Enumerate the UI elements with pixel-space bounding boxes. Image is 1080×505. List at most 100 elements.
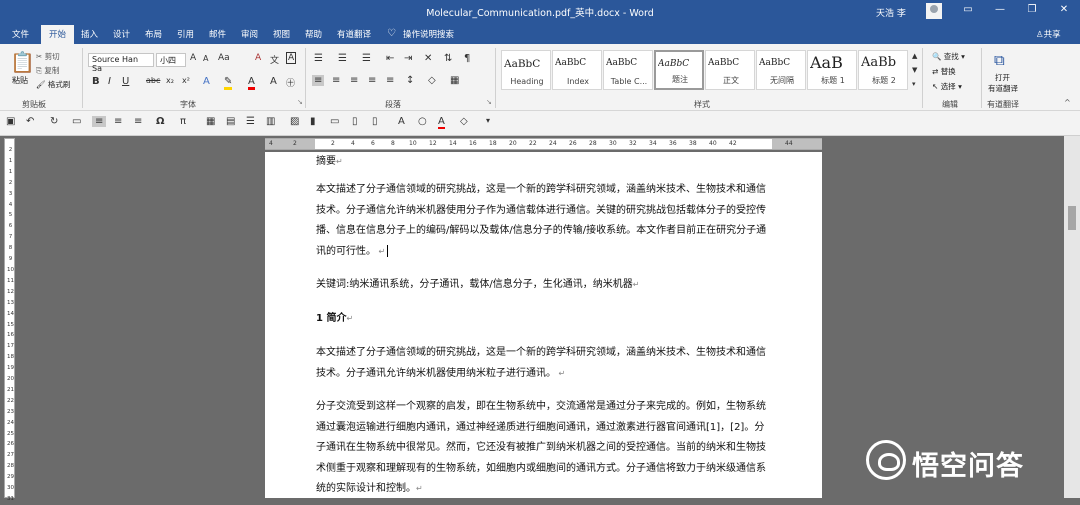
minimize-icon[interactable]: —: [990, 4, 1010, 15]
picture-icon[interactable]: ▨: [290, 116, 299, 127]
tell-me-search[interactable]: 操作说明搜索: [403, 28, 454, 40]
change-case-icon[interactable]: Aa: [218, 53, 230, 63]
increase-indent-icon[interactable]: ⇥: [404, 53, 412, 64]
collapse-ribbon-icon[interactable]: ^: [1064, 98, 1071, 107]
styles-more-icon[interactable]: ▾: [912, 80, 916, 88]
highlight-icon[interactable]: ✎: [224, 76, 233, 90]
customize-qat-icon[interactable]: ▾: [486, 116, 490, 125]
tab-home[interactable]: 开始: [41, 25, 75, 44]
close-icon[interactable]: ✕: [1054, 4, 1074, 15]
page-setup-icon[interactable]: ▯: [372, 116, 378, 127]
align-right-icon[interactable]: ≡: [134, 116, 142, 127]
style-index[interactable]: AaBbC Index: [552, 50, 602, 90]
style-normal[interactable]: AaBbC 正文: [705, 50, 755, 90]
distributed-icon[interactable]: ≡: [386, 75, 394, 86]
font-size-select[interactable]: 小四: [156, 53, 186, 67]
format-painter-button[interactable]: 🖌 格式刷: [36, 79, 70, 90]
chart-icon[interactable]: ▮: [310, 116, 316, 127]
underline-icon[interactable]: U: [122, 76, 129, 87]
font-name-select[interactable]: Source Han Sa: [88, 53, 154, 73]
font-color-icon[interactable]: A: [438, 116, 445, 129]
italic-icon[interactable]: I: [108, 76, 111, 87]
shading-icon[interactable]: ◇: [428, 75, 436, 86]
grow-font-icon[interactable]: A: [190, 53, 196, 63]
superscript-icon[interactable]: x²: [182, 76, 190, 85]
style-no-spacing[interactable]: AaBbC 无间隔: [756, 50, 806, 90]
borders-icon[interactable]: ▦: [450, 75, 459, 86]
equation-icon[interactable]: π: [180, 116, 186, 127]
tab-references[interactable]: 引用: [177, 28, 194, 40]
vertical-scrollbar[interactable]: [1064, 136, 1080, 498]
numbering-icon[interactable]: ☰: [338, 53, 347, 64]
redo-icon[interactable]: ↻: [50, 116, 58, 127]
find-button[interactable]: 🔍 查找 ▾: [932, 51, 965, 62]
dialog-launcher-icon[interactable]: ↘: [297, 98, 303, 106]
tab-youdao[interactable]: 有道翻译: [337, 28, 371, 40]
line-spacing-icon[interactable]: ↕: [406, 75, 414, 86]
cut-button[interactable]: ✂ 剪切: [36, 51, 60, 62]
tab-file[interactable]: 文件: [12, 28, 29, 40]
open-folder-icon[interactable]: ▭: [72, 116, 81, 127]
multilevel-list-icon[interactable]: ☰: [362, 53, 371, 64]
character-border-icon[interactable]: A: [286, 52, 297, 64]
text-effects-icon[interactable]: A: [203, 76, 210, 87]
align-center-icon[interactable]: ≡: [332, 75, 340, 86]
tab-mailings[interactable]: 邮件: [209, 28, 226, 40]
text-icon[interactable]: A: [398, 116, 405, 127]
align-center-icon[interactable]: ≡: [114, 116, 122, 127]
character-shading-icon[interactable]: A: [270, 76, 277, 87]
copy-button[interactable]: ⎘ 复制: [36, 65, 59, 76]
columns-icon[interactable]: ▥: [266, 116, 275, 127]
show-marks-icon[interactable]: ¶: [464, 53, 470, 64]
page-icon[interactable]: ▯: [352, 116, 358, 127]
tab-layout[interactable]: 布局: [145, 28, 162, 40]
youdao-open-line1[interactable]: 打开: [995, 72, 1010, 83]
style-heading-1[interactable]: AaB 标题 1: [807, 50, 857, 90]
list-icon[interactable]: ☰: [246, 116, 255, 127]
enclose-characters-icon[interactable]: ㊉: [286, 76, 295, 89]
save-icon[interactable]: ▣: [6, 116, 15, 127]
styles-scroll-down-icon[interactable]: ▼: [912, 66, 917, 74]
scrollbar-thumb[interactable]: [1068, 206, 1076, 230]
style-heading-2[interactable]: AaBb 标题 2: [858, 50, 908, 90]
sort-icon[interactable]: ⇅: [444, 53, 452, 64]
paste-button[interactable]: 粘贴: [12, 75, 28, 86]
tab-view[interactable]: 视图: [273, 28, 290, 40]
tab-insert[interactable]: 插入: [81, 28, 98, 40]
strikethrough-icon[interactable]: abc: [146, 76, 160, 85]
document-page[interactable]: 摘要↵ 本文描述了分子通信领域的研究挑战，这是一个新的跨学科研究领域，涵盖纳米技…: [265, 152, 822, 498]
intro-paragraph-2[interactable]: 分子交流受到这样一个观察的启发，即在生物系统中，交流通常是通过分子来完成的。例如…: [316, 397, 770, 500]
styles-scroll-up-icon[interactable]: ▲: [912, 52, 917, 60]
bold-icon[interactable]: B: [92, 76, 100, 87]
intro-paragraph-1[interactable]: 本文描述了分子通信领域的研究挑战，这是一个新的跨学科研究领域，涵盖纳米技术、生物…: [316, 343, 770, 384]
paste-icon[interactable]: 📋: [10, 50, 35, 74]
style-table-caption[interactable]: AaBbC Table C...: [603, 50, 653, 90]
horizontal-ruler[interactable]: 4 2 2 4 6 8 10 12 14 16 18 20 22 24 26 2…: [265, 138, 822, 150]
shape-fill-icon[interactable]: ◇: [460, 116, 468, 127]
align-left-icon[interactable]: ≡: [312, 75, 325, 86]
vertical-ruler[interactable]: 2 1 1 2 3 4 5 6 7 8 9 10 11 12 13 14 15 …: [4, 138, 15, 502]
abstract-paragraph[interactable]: 本文描述了分子通信领域的研究挑战，这是一个新的跨学科研究领域，涵盖纳米技术、生物…: [316, 180, 770, 262]
decrease-indent-icon[interactable]: ⇤: [386, 53, 394, 64]
justify-icon[interactable]: ≡: [368, 75, 376, 86]
keywords-paragraph[interactable]: 关键词:纳米通讯系统，分子通讯，载体/信息分子，生化通讯，纳米机器↵: [316, 275, 770, 296]
symbol-icon[interactable]: Ω: [156, 116, 165, 127]
section-heading[interactable]: 1 简介↵: [316, 309, 770, 330]
clear-formatting-icon[interactable]: A: [255, 53, 261, 63]
youdao-open-line2[interactable]: 有道翻译: [988, 83, 1018, 94]
phonetic-icon[interactable]: 文: [270, 53, 279, 66]
align-right-icon[interactable]: ≡: [350, 75, 358, 86]
subscript-icon[interactable]: x₂: [166, 76, 174, 85]
align-left-icon[interactable]: ≡: [92, 116, 107, 127]
undo-icon[interactable]: ↶: [26, 116, 34, 127]
avatar[interactable]: [926, 3, 942, 19]
bullets-icon[interactable]: ☰: [314, 53, 323, 64]
shrink-font-icon[interactable]: A: [203, 54, 208, 63]
chinese-layout-icon[interactable]: ✕: [424, 53, 432, 64]
tab-review[interactable]: 审阅: [241, 28, 258, 40]
translate-icon[interactable]: ⧉: [994, 51, 1005, 69]
replace-button[interactable]: ⇄ 替换: [932, 66, 956, 77]
table-icon[interactable]: ▦: [206, 116, 215, 127]
ribbon-display-icon[interactable]: ▭: [958, 4, 978, 15]
font-color-icon[interactable]: A: [248, 76, 255, 90]
